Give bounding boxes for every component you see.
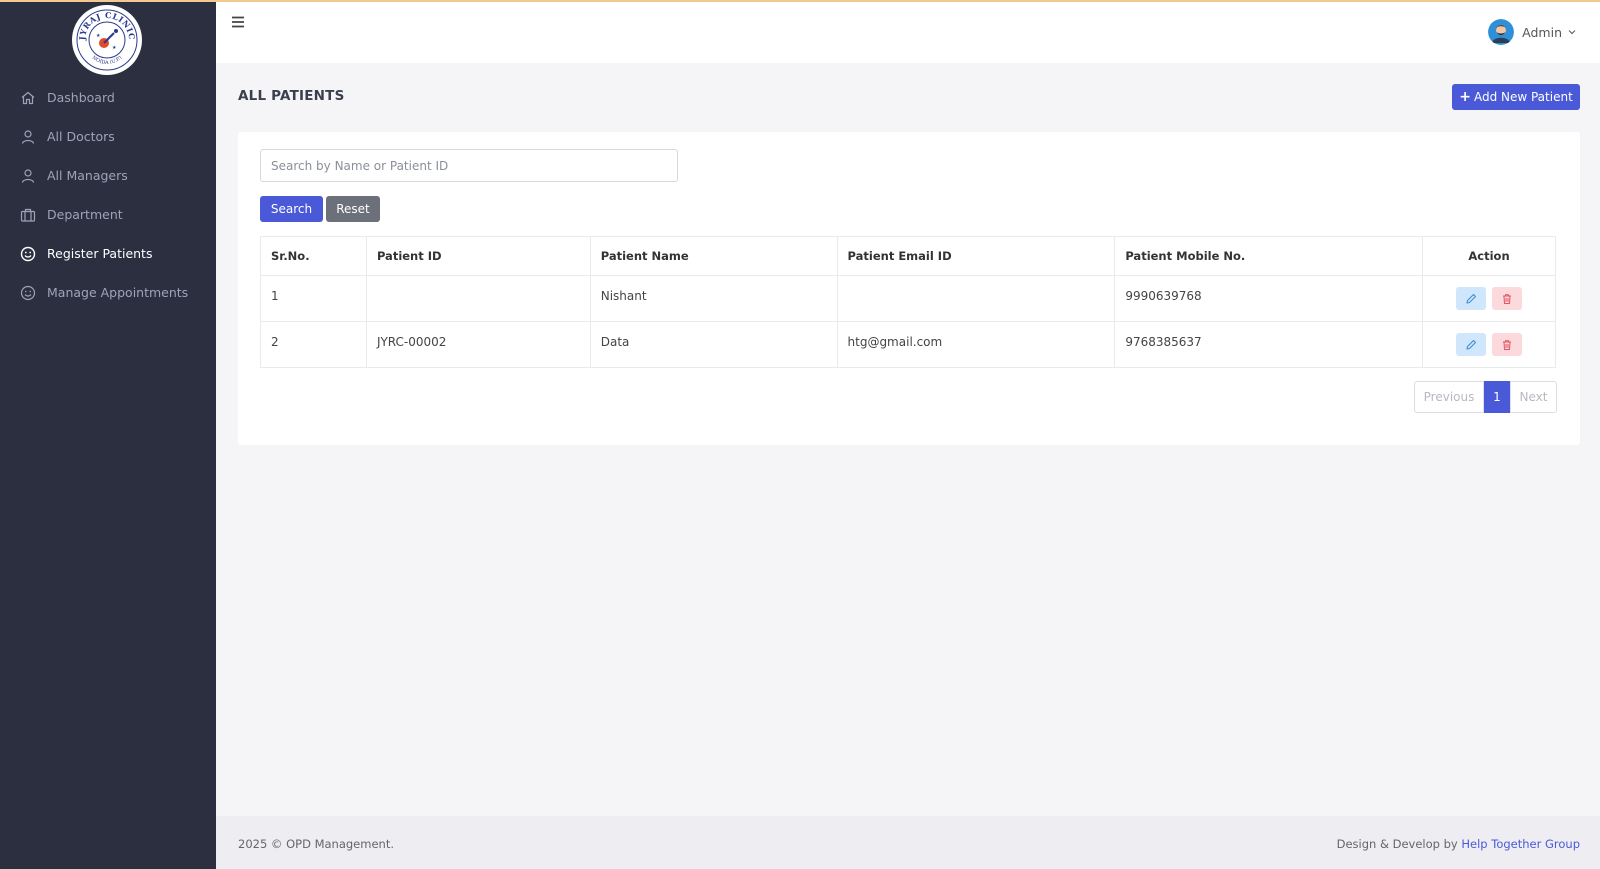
- cell-sr-no: 2: [260, 321, 367, 368]
- footer-credit-prefix: Design & Develop by: [1336, 837, 1458, 851]
- cell-patient-mobile: 9768385637: [1114, 321, 1424, 368]
- footer: 2025 © OPD Management. Design & Develop …: [216, 816, 1600, 869]
- cell-patient-email: [836, 275, 1116, 322]
- table-row: 1 Nishant 9990639768: [260, 275, 1556, 322]
- table-header-row: Sr.No. Patient ID Patient Name Patient E…: [260, 236, 1556, 276]
- sidebar-item-all-managers[interactable]: All Managers: [0, 156, 216, 195]
- column-header-patient-email: Patient Email ID: [836, 236, 1116, 276]
- pagination-page-current[interactable]: 1: [1484, 381, 1510, 413]
- top-bar: Admin: [216, 2, 1600, 63]
- top-accent-line: [0, 0, 1600, 2]
- search-button[interactable]: Search: [260, 196, 323, 222]
- cell-action: [1422, 321, 1556, 368]
- avatar: [1488, 19, 1515, 45]
- smile-icon: [20, 246, 36, 262]
- user-icon: [20, 129, 36, 145]
- column-header-patient-mobile: Patient Mobile No.: [1114, 236, 1424, 276]
- delete-button[interactable]: [1491, 287, 1522, 310]
- column-header-patient-id: Patient ID: [365, 236, 591, 276]
- edit-button[interactable]: [1456, 287, 1487, 310]
- cell-patient-mobile: 9990639768: [1114, 275, 1424, 322]
- cell-action: [1422, 275, 1556, 322]
- reset-button[interactable]: Reset: [326, 196, 380, 222]
- sidebar-item-department[interactable]: Department: [0, 195, 216, 234]
- pagination: Previous 1 Next: [1414, 381, 1557, 413]
- trash-icon: [1502, 339, 1511, 350]
- cell-patient-id: [365, 275, 591, 322]
- add-new-patient-button[interactable]: + Add New Patient: [1452, 84, 1580, 110]
- table-row: 2 JYRC-00002 Data htg@gmail.com 97683856…: [260, 321, 1556, 368]
- plus-icon: +: [1459, 89, 1471, 105]
- pagination-next[interactable]: Next: [1510, 381, 1557, 413]
- pagination-previous[interactable]: Previous: [1414, 381, 1484, 413]
- hamburger-icon[interactable]: [231, 15, 245, 29]
- column-header-action: Action: [1422, 236, 1556, 276]
- delete-button[interactable]: [1491, 333, 1522, 356]
- clinic-logo[interactable]: JYRAJ CLINIC NOIDA (U.P.) ★ ★: [72, 5, 142, 75]
- sidebar-item-label: Department: [47, 207, 123, 222]
- patients-card: Search Reset Sr.No. Patient ID Patient N…: [238, 132, 1580, 445]
- search-input[interactable]: [260, 149, 678, 182]
- add-new-patient-label: Add New Patient: [1473, 90, 1573, 104]
- sidebar-item-register-patients[interactable]: Register Patients: [0, 234, 216, 273]
- footer-copyright: 2025 © OPD Management.: [238, 837, 394, 851]
- sidebar-item-all-doctors[interactable]: All Doctors: [0, 117, 216, 156]
- svg-text:★: ★: [112, 45, 117, 51]
- cell-patient-email: htg@gmail.com: [836, 321, 1116, 368]
- footer-credit-link[interactable]: Help Together Group: [1461, 837, 1580, 851]
- footer-credit: Design & Develop by Help Together Group: [1337, 837, 1580, 851]
- pencil-icon: [1466, 293, 1477, 304]
- home-icon: [20, 90, 36, 106]
- briefcase-icon: [20, 207, 36, 223]
- cell-patient-name: Nishant: [589, 275, 838, 322]
- user-menu[interactable]: Admin: [1488, 19, 1576, 45]
- cell-patient-id: JYRC-00002: [365, 321, 591, 368]
- user-name: Admin: [1522, 24, 1562, 40]
- sidebar-item-label: All Doctors: [47, 129, 115, 144]
- smile-icon: [20, 285, 36, 301]
- edit-button[interactable]: [1456, 333, 1487, 356]
- column-header-sr-no: Sr.No.: [260, 236, 367, 276]
- column-header-patient-name: Patient Name: [589, 236, 838, 276]
- sidebar-nav: Dashboard All Doctors All Managers Depar…: [0, 78, 216, 312]
- page-title: ALL PATIENTS: [238, 88, 345, 104]
- sidebar-item-label: Dashboard: [47, 90, 115, 105]
- user-icon: [20, 168, 36, 184]
- svg-text:★: ★: [96, 33, 101, 39]
- chevron-down-icon: [1568, 28, 1576, 36]
- pencil-icon: [1466, 339, 1477, 350]
- sidebar-item-label: All Managers: [47, 168, 128, 183]
- patients-table: Sr.No. Patient ID Patient Name Patient E…: [260, 236, 1556, 368]
- sidebar-item-label: Register Patients: [47, 246, 153, 261]
- sidebar: JYRAJ CLINIC NOIDA (U.P.) ★ ★ Dashboard …: [0, 0, 216, 869]
- sidebar-item-dashboard[interactable]: Dashboard: [0, 78, 216, 117]
- sidebar-item-manage-appointments[interactable]: Manage Appointments: [0, 273, 216, 312]
- sidebar-item-label: Manage Appointments: [47, 285, 189, 300]
- cell-patient-name: Data: [589, 321, 838, 368]
- trash-icon: [1502, 293, 1511, 304]
- cell-sr-no: 1: [260, 275, 367, 322]
- clinic-logo-icon: JYRAJ CLINIC NOIDA (U.P.) ★ ★: [74, 7, 140, 73]
